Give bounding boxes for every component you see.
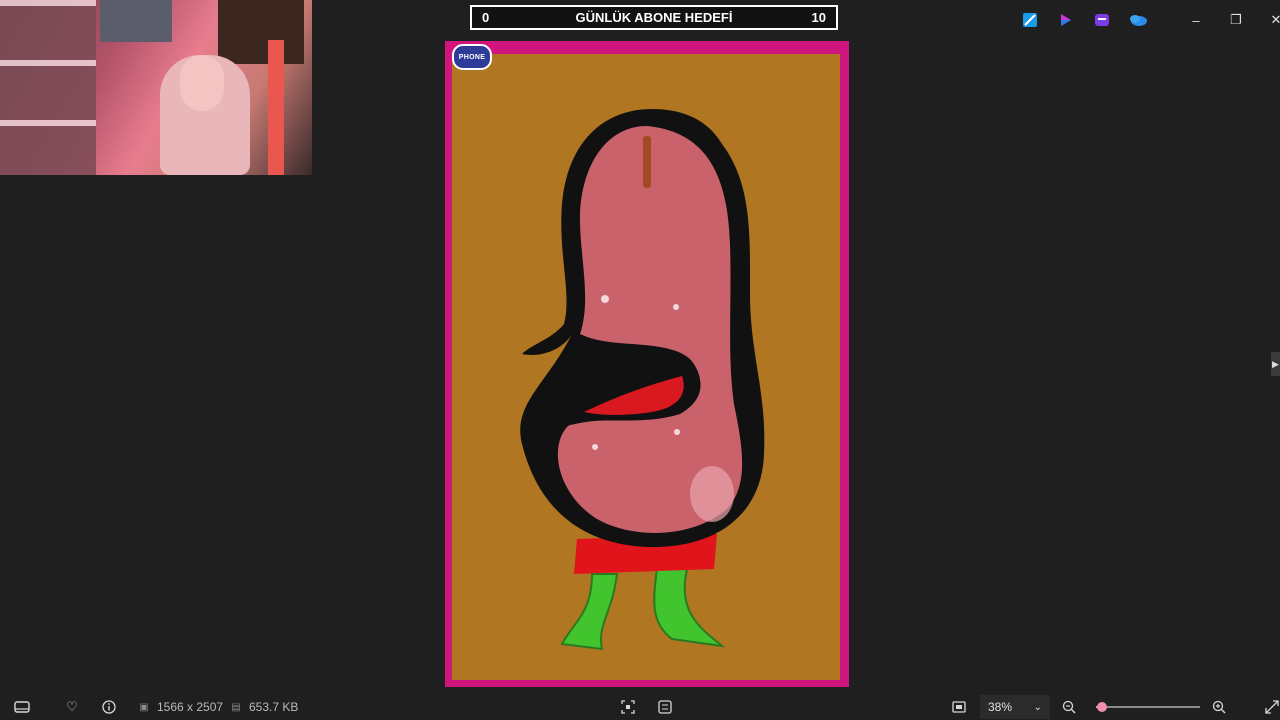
image-dimensions-text: 1566 x 2507 xyxy=(157,700,224,714)
zoom-out-button[interactable] xyxy=(1061,694,1077,720)
file-size: ▤ 653.7 KB xyxy=(228,694,298,720)
zoom-in-icon xyxy=(1211,699,1227,715)
creature-drawing xyxy=(520,109,765,651)
fit-screen-icon xyxy=(951,699,967,715)
status-bar: ♡ ▣ 1566 x 2507 ▤ 653.7 KB 38% ⌄ xyxy=(0,694,1280,720)
webcam-light xyxy=(268,40,284,175)
webcam-poster xyxy=(100,0,172,42)
subscriber-goal-bar: 0 GÜNLÜK ABONE HEDEFİ 10 xyxy=(470,5,838,30)
maximize-icon[interactable]: ❐ xyxy=(1216,8,1256,32)
file-icon: ▤ xyxy=(231,701,241,713)
zoom-level-text: 38% xyxy=(988,700,1013,714)
titlebar-app-icons xyxy=(1020,10,1148,30)
zoom-level-dropdown[interactable]: 38% ⌄ xyxy=(980,695,1050,719)
zoom-out-icon xyxy=(1061,699,1077,715)
zoom-slider-thumb[interactable] xyxy=(1097,702,1108,712)
fullscreen-icon xyxy=(1264,699,1280,715)
zoom-in-button[interactable] xyxy=(1211,694,1227,720)
webcam-shelf xyxy=(0,0,96,175)
image-size-icon: ▣ xyxy=(139,701,149,713)
crop-icon xyxy=(620,699,636,715)
info-icon xyxy=(101,699,117,715)
designer-icon[interactable] xyxy=(1020,10,1040,30)
filmstrip-button[interactable] xyxy=(14,694,30,720)
heart-icon: ♡ xyxy=(66,699,78,714)
goal-title: GÜNLÜK ABONE HEDEFİ xyxy=(575,10,733,25)
minimize-icon[interactable]: – xyxy=(1176,8,1216,32)
fit-screen-button[interactable] xyxy=(951,694,967,720)
file-info-button[interactable] xyxy=(101,694,117,720)
next-image-arrow[interactable]: ▶ xyxy=(1271,352,1280,376)
image-frame xyxy=(445,41,849,687)
edit-icon xyxy=(657,699,673,715)
image-dimensions: ▣ 1566 x 2507 xyxy=(136,694,223,720)
artwork-canvas[interactable] xyxy=(452,54,840,680)
fullscreen-button[interactable] xyxy=(1264,694,1280,720)
window-controls: – ❐ ✕ xyxy=(1176,8,1280,32)
filmstrip-icon xyxy=(14,699,30,715)
webcam-overlay xyxy=(0,0,312,175)
phone-logo-badge: PHONE xyxy=(452,44,492,70)
favorite-button[interactable]: ♡ xyxy=(64,694,80,720)
edit-button[interactable] xyxy=(657,694,673,720)
webcam-person-head xyxy=(180,55,224,111)
chevron-down-icon: ⌄ xyxy=(1033,701,1042,713)
copilot-icon[interactable] xyxy=(1056,10,1076,30)
zoom-slider[interactable] xyxy=(1096,702,1200,712)
onedrive-icon[interactable] xyxy=(1128,10,1148,30)
close-icon[interactable]: ✕ xyxy=(1256,8,1280,32)
webcam-poster xyxy=(218,0,304,64)
file-size-text: 653.7 KB xyxy=(249,700,299,714)
crop-button[interactable] xyxy=(620,694,636,720)
clipchamp-icon[interactable] xyxy=(1092,10,1112,30)
